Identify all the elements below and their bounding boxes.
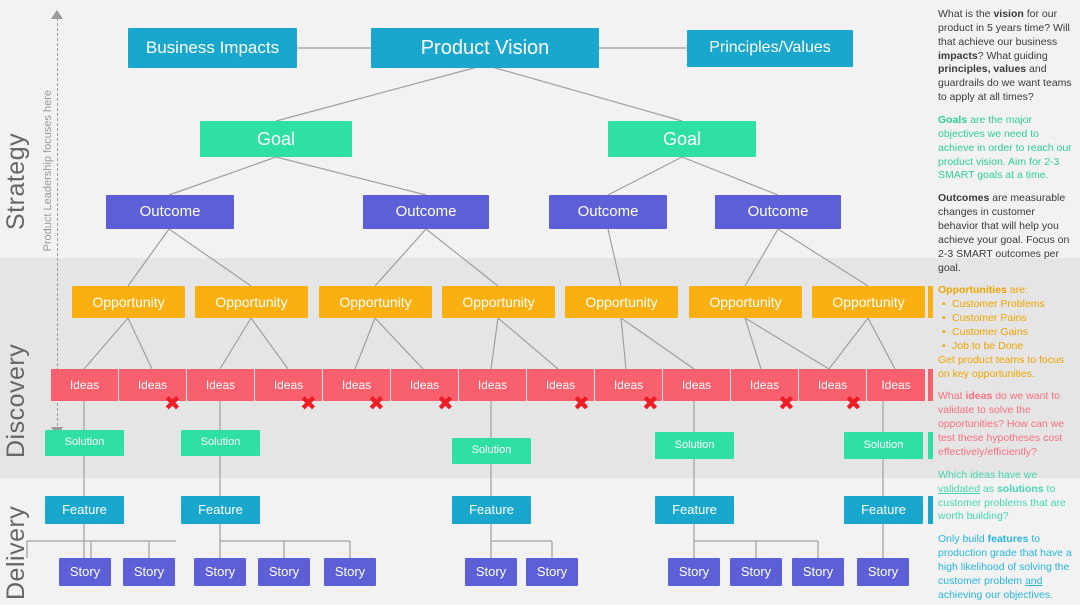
node-outcome-4[interactable]: Outcome [715,195,841,229]
node-product-vision[interactable]: Product Vision [371,28,599,68]
annotation-bullets-opportunities: Customer ProblemsCustomer PainsCustomer … [940,298,1074,353]
idea-rejected-mark-8: ✖ [845,391,862,415]
node-opportunity-1[interactable]: Opportunity [72,286,185,318]
node-story-7[interactable]: Story [526,558,578,586]
annotations-panel: What is the vision for our product in 5 … [928,0,1080,605]
node-story-8[interactable]: Story [668,558,720,586]
annotation-goals: Goals are the major objectives we need t… [938,114,1072,182]
node-opportunity-7[interactable]: Opportunity [812,286,925,318]
node-idea-7[interactable]: Ideas [459,369,526,401]
node-opportunity-5[interactable]: Opportunity [565,286,678,318]
node-story-6[interactable]: Story [465,558,517,586]
annotation-features: Only build features to production grade … [938,533,1072,601]
node-story-4[interactable]: Story [258,558,310,586]
node-opportunity-6[interactable]: Opportunity [689,286,802,318]
node-solution-3[interactable]: Solution [452,438,531,464]
annotation-vision: What is the vision for our product in 5 … [938,8,1072,104]
annotation-opportunities: Opportunities are:Customer ProblemsCusto… [938,284,1074,381]
feature-box-edge [928,496,933,524]
annotation-after-opportunities: Get product teams to focus on key opport… [938,353,1065,380]
node-story-2[interactable]: Story [123,558,175,586]
node-opportunity-2[interactable]: Opportunity [195,286,308,318]
node-goal-1[interactable]: Goal [200,121,352,157]
node-outcome-2[interactable]: Outcome [363,195,489,229]
node-story-10[interactable]: Story [792,558,844,586]
idea-rejected-mark-1: ✖ [164,391,181,415]
node-business-impacts[interactable]: Business Impacts [128,28,297,68]
annotation-ideas: What ideas do we want to validate to sol… [938,390,1065,458]
idea-rejected-mark-2: ✖ [300,391,317,415]
node-feature-5[interactable]: Feature [844,496,923,524]
node-idea-3[interactable]: Ideas [187,369,254,401]
node-solution-5[interactable]: Solution [844,432,923,459]
node-feature-4[interactable]: Feature [655,496,734,524]
idea-rejected-mark-3: ✖ [368,391,385,415]
node-outcome-3[interactable]: Outcome [549,195,667,229]
node-solution-2[interactable]: Solution [181,430,260,456]
node-story-11[interactable]: Story [857,558,909,586]
idea-box-edge [928,369,933,401]
node-feature-3[interactable]: Feature [452,496,531,524]
annotation-outcomes: Outcomes are measurable changes in custo… [938,192,1070,274]
idea-rejected-mark-6: ✖ [642,391,659,415]
annotation-list: What is the vision for our product in 5 … [938,8,1074,605]
idea-rejected-mark-5: ✖ [573,391,590,415]
node-story-1[interactable]: Story [59,558,111,586]
node-outcome-1[interactable]: Outcome [106,195,234,229]
node-opportunity-4[interactable]: Opportunity [442,286,555,318]
node-goal-2[interactable]: Goal [608,121,756,157]
node-idea-13[interactable]: Ideas [867,369,925,401]
bullet-item: Customer Problems [940,298,1074,312]
node-feature-2[interactable]: Feature [181,496,260,524]
opportunity-box-edge [928,286,933,318]
solution-box-edge [928,432,933,459]
annotation-solutions: Which ideas have we validated as solutio… [938,468,1066,523]
node-story-3[interactable]: Story [194,558,246,586]
bullet-item: Customer Pains [940,312,1074,326]
bullet-item: Customer Gains [940,326,1074,340]
node-story-9[interactable]: Story [730,558,782,586]
node-solution-1[interactable]: Solution [45,430,124,456]
node-opportunity-3[interactable]: Opportunity [319,286,432,318]
node-solution-4[interactable]: Solution [655,432,734,459]
idea-rejected-mark-4: ✖ [437,391,454,415]
node-idea-10[interactable]: Ideas [663,369,730,401]
node-principles-values[interactable]: Principles/Values [687,30,853,67]
node-idea-1[interactable]: Ideas [51,369,118,401]
node-feature-1[interactable]: Feature [45,496,124,524]
node-story-5[interactable]: Story [324,558,376,586]
idea-rejected-mark-7: ✖ [778,391,795,415]
product-strategy-tree-diagram: Strategy Discovery Delivery Product Lead… [0,0,1080,605]
bullet-item: Job to be Done [940,340,1074,354]
